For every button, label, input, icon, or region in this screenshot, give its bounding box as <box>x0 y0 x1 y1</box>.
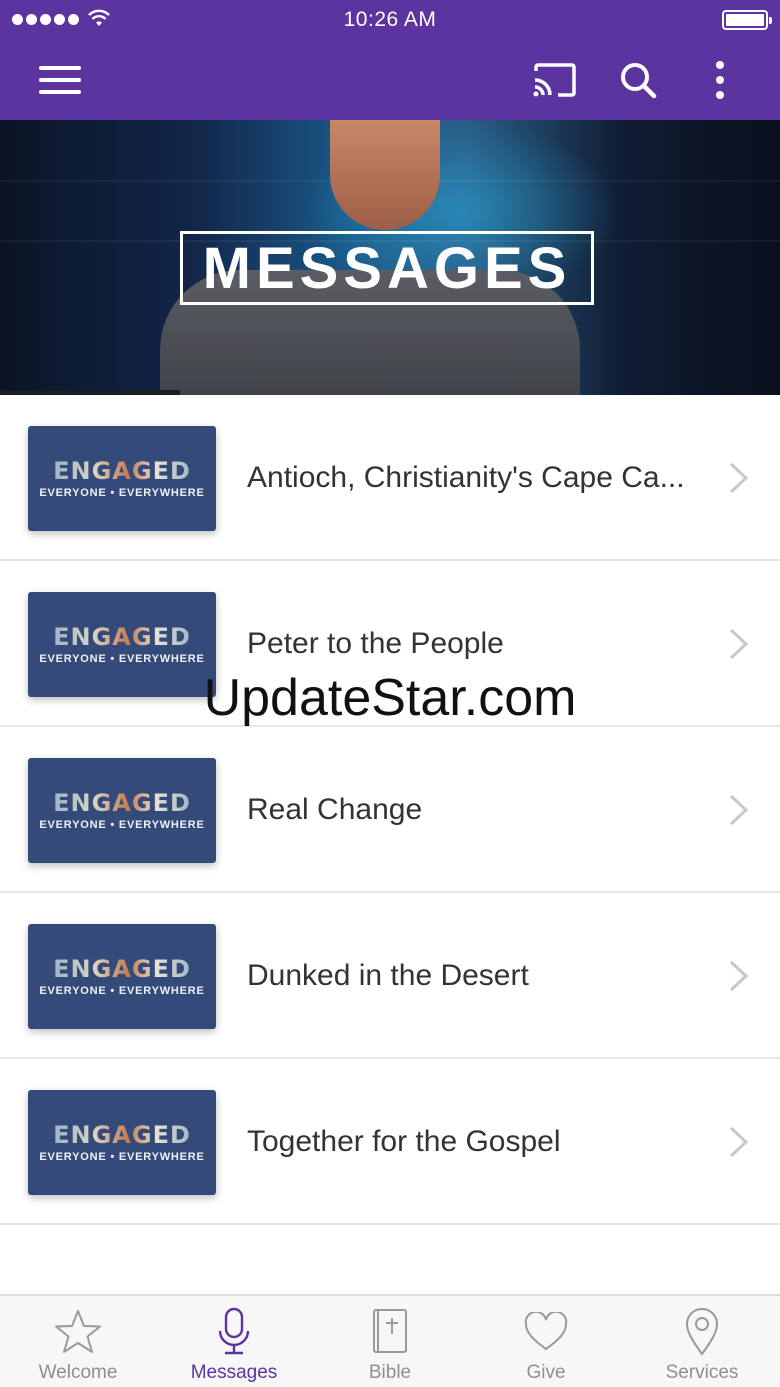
tab-messages[interactable]: Messages <box>156 1296 312 1387</box>
status-time: 10:26 AM <box>343 8 437 31</box>
search-button[interactable] <box>612 54 664 106</box>
message-title: Peter to the People <box>247 627 504 660</box>
thumbnail-title: ENGAGED <box>53 1121 191 1149</box>
message-thumbnail: ENGAGED EVERYONE • EVERYWHERE <box>28 592 216 697</box>
thumbnail-subtitle: EVERYONE • EVERYWHERE <box>39 653 205 665</box>
cast-button[interactable] <box>528 54 580 106</box>
tab-label: Services <box>665 1362 739 1383</box>
chevron-right-icon <box>729 1126 749 1158</box>
heart-icon <box>524 1312 568 1351</box>
chevron-right-icon <box>729 628 749 660</box>
message-title: Antioch, Christianity's Cape Ca... <box>247 461 685 494</box>
message-list-item[interactable]: ENGAGED EVERYONE • EVERYWHERE Real Chang… <box>0 727 780 893</box>
cast-icon <box>533 63 576 97</box>
message-list-item[interactable]: ENGAGED EVERYONE • EVERYWHERE Dunked in … <box>0 893 780 1059</box>
tab-label: Give <box>526 1362 566 1383</box>
thumbnail-title: ENGAGED <box>53 789 191 817</box>
message-thumbnail: ENGAGED EVERYONE • EVERYWHERE <box>28 1090 216 1195</box>
thumbnail-subtitle: EVERYONE • EVERYWHERE <box>39 1151 205 1163</box>
message-thumbnail: ENGAGED EVERYONE • EVERYWHERE <box>28 924 216 1029</box>
thumbnail-subtitle: EVERYONE • EVERYWHERE <box>39 819 205 831</box>
message-title: Real Change <box>247 793 423 826</box>
chevron-right-icon <box>729 960 749 992</box>
thumbnail-subtitle: EVERYONE • EVERYWHERE <box>39 985 205 997</box>
status-bar: 10:26 AM <box>0 0 780 40</box>
tab-give[interactable]: Give <box>468 1296 624 1387</box>
thumbnail-title: ENGAGED <box>53 457 191 485</box>
chevron-right-icon <box>729 794 749 826</box>
message-title: Dunked in the Desert <box>247 959 529 992</box>
message-list-item[interactable]: ENGAGED EVERYONE • EVERYWHERE Together f… <box>0 1059 780 1225</box>
location-pin-icon <box>685 1308 719 1356</box>
search-icon <box>621 63 657 99</box>
thumbnail-title: ENGAGED <box>53 623 191 651</box>
message-thumbnail: ENGAGED EVERYONE • EVERYWHERE <box>28 758 216 863</box>
hero-speaker-head <box>330 120 440 230</box>
bible-icon <box>373 1309 407 1353</box>
message-list: ENGAGED EVERYONE • EVERYWHERE Antioch, C… <box>0 395 780 1225</box>
menu-button[interactable] <box>34 54 86 106</box>
hero-banner: MESSAGES <box>0 120 780 395</box>
nav-bar <box>0 40 780 120</box>
tab-services[interactable]: Services <box>624 1296 780 1387</box>
more-vertical-icon <box>716 61 724 99</box>
thumbnail-subtitle: EVERYONE • EVERYWHERE <box>39 487 205 499</box>
tab-label: Bible <box>368 1362 412 1383</box>
message-list-item[interactable]: ENGAGED EVERYONE • EVERYWHERE Peter to t… <box>0 561 780 727</box>
more-options-button[interactable] <box>694 54 746 106</box>
hero-title: MESSAGES <box>180 231 594 305</box>
message-title: Together for the Gospel <box>247 1125 561 1158</box>
tab-label: Welcome <box>38 1362 118 1383</box>
microphone-icon <box>218 1307 250 1355</box>
star-icon <box>55 1310 101 1353</box>
battery-icon <box>722 10 772 30</box>
tab-bible[interactable]: Bible <box>312 1296 468 1387</box>
tab-bar: Welcome Messages Bible Give Services <box>0 1294 780 1387</box>
top-bar: 10:26 AM <box>0 0 780 120</box>
message-thumbnail: ENGAGED EVERYONE • EVERYWHERE <box>28 426 216 531</box>
hamburger-menu-icon <box>39 66 81 94</box>
tab-label: Messages <box>190 1362 278 1383</box>
thumbnail-title: ENGAGED <box>53 955 191 983</box>
message-list-item[interactable]: ENGAGED EVERYONE • EVERYWHERE Antioch, C… <box>0 395 780 561</box>
chevron-right-icon <box>729 462 749 494</box>
tab-welcome[interactable]: Welcome <box>0 1296 156 1387</box>
